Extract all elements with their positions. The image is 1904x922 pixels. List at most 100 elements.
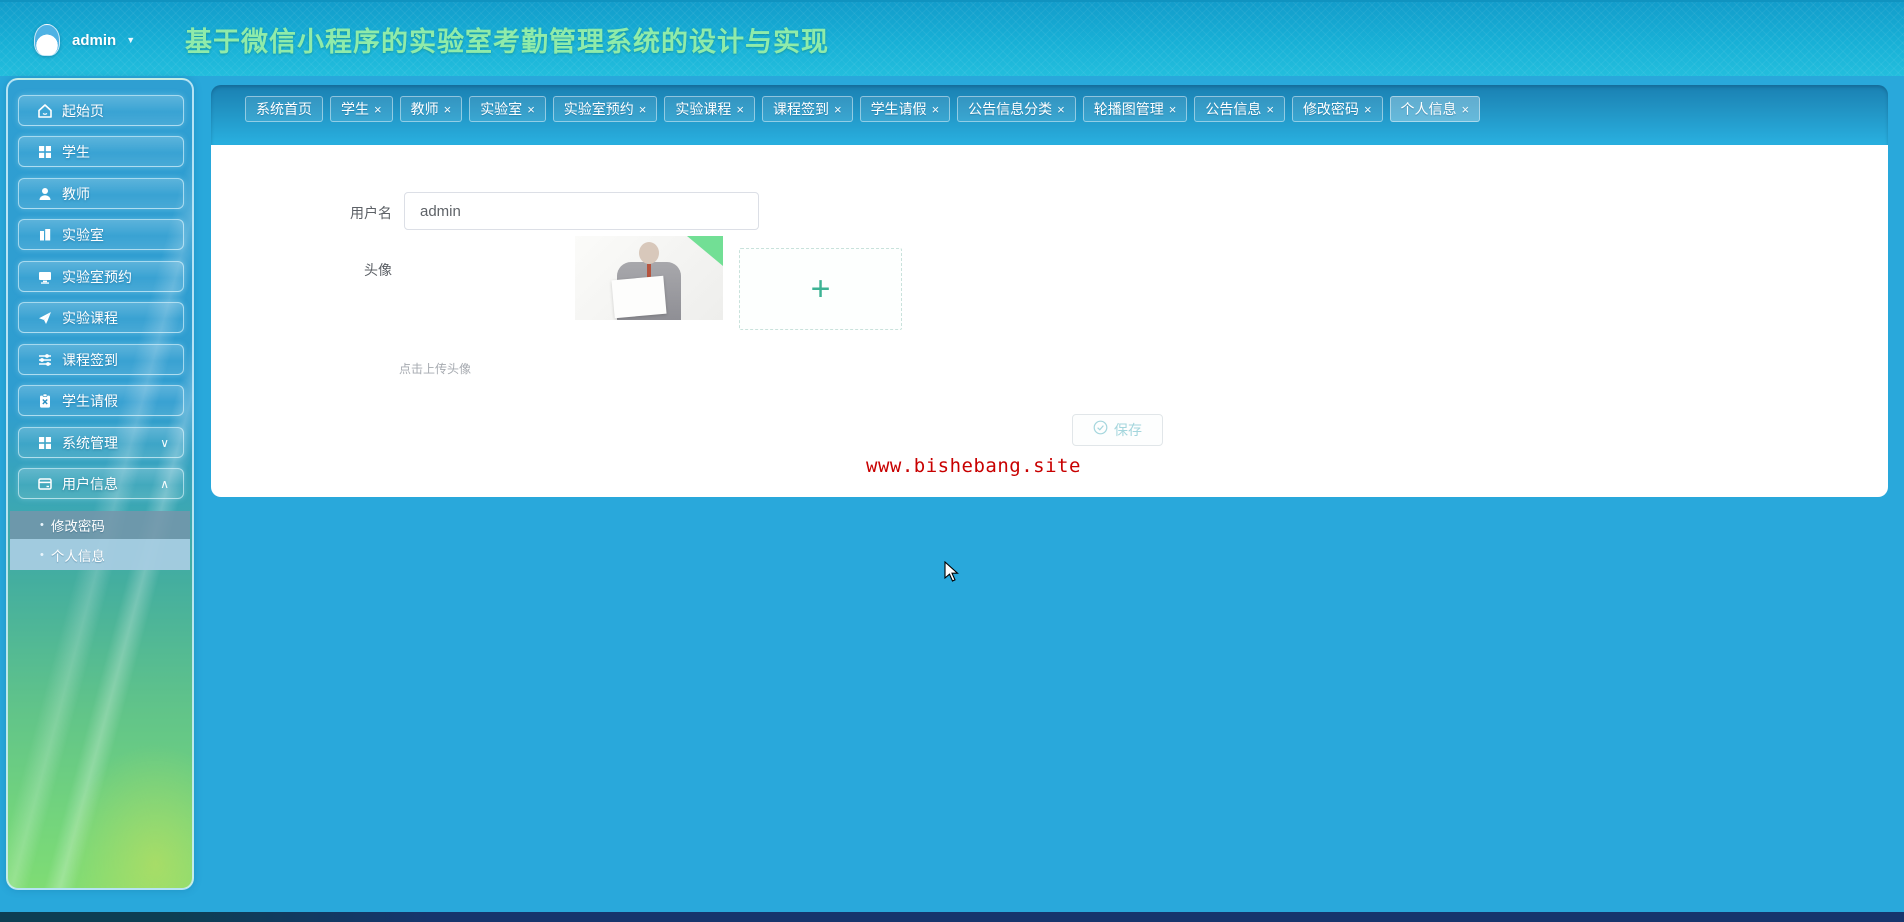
close-icon[interactable]: × (1266, 103, 1274, 116)
close-icon[interactable]: × (1364, 103, 1372, 116)
sidebar-item-student-leave[interactable]: 学生请假 (18, 385, 184, 416)
save-button[interactable]: 保存 (1072, 414, 1163, 446)
clipboard-x-icon (37, 393, 53, 409)
sidebar-item-label: 实验室 (62, 226, 104, 243)
tab-label: 实验课程 (675, 101, 732, 117)
close-icon[interactable]: × (1169, 103, 1177, 116)
tab-student-leave[interactable]: 学生请假 × (859, 96, 951, 122)
home-icon (37, 103, 53, 119)
close-icon[interactable]: × (1057, 103, 1065, 116)
tab-lab-courses[interactable]: 实验课程 × (664, 96, 755, 122)
user-menu[interactable]: admin ▼ (34, 18, 135, 62)
tab-label: 公告信息分类 (968, 101, 1053, 117)
sidebar-item-students[interactable]: 学生 (18, 136, 184, 167)
user-avatar-icon (34, 24, 60, 56)
book-icon (37, 227, 53, 243)
sidebar-item-label: 用户信息 (62, 475, 118, 492)
chevron-down-icon: ∨ (160, 435, 169, 450)
close-icon[interactable]: × (639, 103, 647, 116)
username-input[interactable] (404, 192, 759, 230)
tab-label: 轮播图管理 (1093, 101, 1164, 117)
sidebar-item-lab-booking[interactable]: 实验室预约 (18, 261, 184, 292)
close-icon[interactable]: × (374, 103, 382, 116)
sidebar-item-user-info[interactable]: 用户信息 ∧ (18, 468, 184, 499)
content-panel: 用户名 头像 + 点击上传头像 保存 www.bishebang.site (211, 145, 1888, 497)
circle-check-icon (1093, 420, 1108, 440)
avatar-upload-box[interactable]: + (739, 248, 902, 330)
sidebar-subitem-change-password[interactable]: • 修改密码 (10, 511, 190, 539)
tab-label: 教师 (410, 101, 439, 117)
plus-icon: + (810, 270, 831, 308)
tab-system-home[interactable]: 系统首页 (245, 96, 323, 122)
apps-icon (37, 435, 53, 451)
app-title: 基于微信小程序的实验室考勤管理系统的设计与实现 (185, 27, 829, 57)
bullet-icon: • (40, 519, 44, 531)
tab-lab-booking[interactable]: 实验室预约 × (552, 96, 658, 122)
user-name: admin (72, 31, 117, 49)
sidebar-item-label: 课程签到 (62, 351, 118, 368)
tab-change-password[interactable]: 修改密码 × (1291, 96, 1383, 122)
page: admin ▼ 基于微信小程序的实验室考勤管理系统的设计与实现 起始页 学生 教… (0, 0, 1904, 922)
tab-label: 课程签到 (772, 101, 829, 117)
sidebar: 起始页 学生 教师 实验室 实验室预约 实验课程 课程签到 学生请假 系统管理 … (6, 78, 194, 890)
tab-label: 学生请假 (870, 101, 927, 117)
tab-notices[interactable]: 公告信息 × (1194, 96, 1285, 122)
card-icon (37, 476, 53, 492)
username-label: 用户名 (350, 205, 392, 221)
tab-label: 修改密码 (1302, 101, 1359, 117)
watermark-text: www.bishebang.site (866, 455, 1081, 477)
close-icon[interactable]: × (834, 103, 842, 116)
tab-notice-category[interactable]: 公告信息分类 × (957, 96, 1076, 122)
sidebar-subitem-label: 修改密码 (50, 519, 105, 534)
avatar-label: 头像 (364, 262, 392, 278)
close-icon[interactable]: × (1462, 103, 1470, 116)
chevron-up-icon: ∧ (160, 476, 169, 491)
save-button-label: 保存 (1114, 422, 1142, 438)
tab-teachers[interactable]: 教师 × (399, 96, 463, 122)
close-icon[interactable]: × (527, 103, 535, 116)
tab-bar: 系统首页 学生 × 教师 × 实验室 × 实验室预约 × 实验课程 × 课程签到 × 学生请… (211, 85, 1888, 145)
sidebar-item-teachers[interactable]: 教师 (18, 178, 184, 209)
upload-hint: 点击上传头像 (399, 362, 472, 376)
teacher-icon (37, 186, 53, 202)
sidebar-subitem-label: 个人信息 (50, 548, 105, 564)
close-icon[interactable]: × (932, 103, 940, 116)
tab-label: 学生 (341, 101, 369, 117)
sidebar-item-label: 教师 (62, 185, 90, 202)
close-icon[interactable]: × (736, 103, 744, 116)
top-header: admin ▼ 基于微信小程序的实验室考勤管理系统的设计与实现 (0, 0, 1904, 76)
tab-labs[interactable]: 实验室 × (469, 96, 546, 122)
tab-personal-info[interactable]: 个人信息 × (1389, 96, 1481, 122)
monitor-icon (37, 269, 53, 285)
sidebar-subitem-personal-info[interactable]: • 个人信息 (10, 539, 190, 570)
sidebar-item-lab-courses[interactable]: 实验课程 (18, 302, 184, 333)
sidebar-item-home[interactable]: 起始页 (18, 95, 184, 126)
mouse-cursor (944, 560, 964, 590)
close-icon[interactable]: × (444, 103, 452, 116)
tab-label: 实验室 (480, 101, 523, 117)
sidebar-item-course-checkin[interactable]: 课程签到 (18, 344, 184, 375)
send-icon (37, 310, 53, 326)
tab-carousel-mgmt[interactable]: 轮播图管理 × (1082, 96, 1188, 122)
sidebar-item-label: 实验室预约 (62, 268, 132, 285)
sidebar-item-labs[interactable]: 实验室 (18, 219, 184, 250)
tab-label: 个人信息 (1400, 101, 1457, 117)
caret-down-icon: ▼ (126, 35, 136, 45)
sidebar-item-label: 起始页 (62, 102, 104, 119)
tab-label: 系统首页 (256, 101, 312, 117)
green-corner-badge (687, 236, 723, 266)
avatar-figure-head (639, 242, 659, 264)
tab-label: 公告信息 (1205, 101, 1262, 117)
sidebar-item-label: 系统管理 (62, 434, 118, 451)
sliders-icon (37, 352, 53, 368)
sidebar-item-label: 学生 (62, 143, 90, 160)
sidebar-item-label: 实验课程 (62, 309, 118, 326)
tab-students[interactable]: 学生 × (330, 96, 393, 122)
grid-icon (37, 144, 53, 160)
tab-course-checkin[interactable]: 课程签到 × (761, 96, 853, 122)
bottom-bar (0, 912, 1904, 922)
sidebar-item-label: 学生请假 (62, 392, 118, 409)
avatar-preview-image[interactable] (575, 236, 723, 320)
avatar-figure-paper (611, 275, 667, 319)
sidebar-item-system-mgmt[interactable]: 系统管理 ∨ (18, 427, 184, 458)
